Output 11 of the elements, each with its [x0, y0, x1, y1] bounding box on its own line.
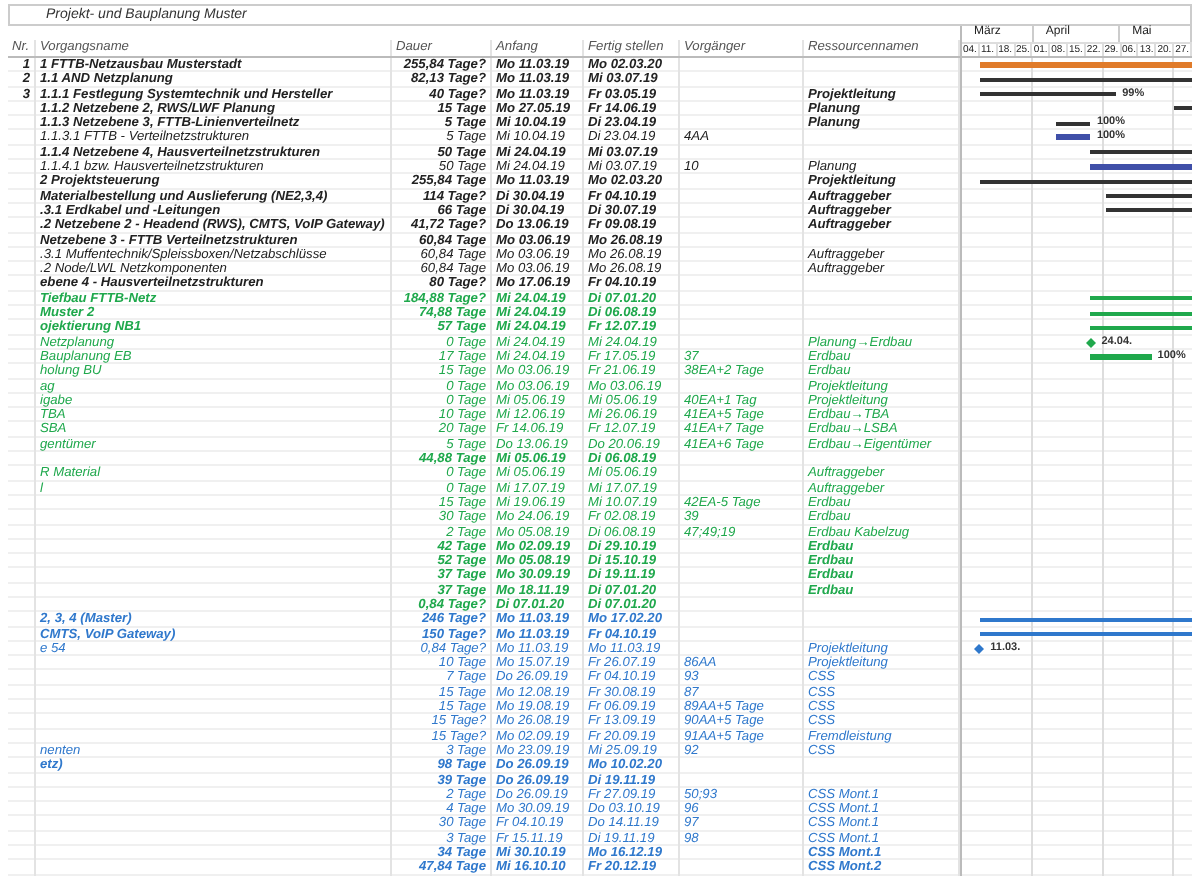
summary-bar[interactable] — [1055, 121, 1091, 126]
summary-bar[interactable] — [1106, 208, 1192, 213]
summary-bar[interactable] — [1090, 150, 1192, 155]
task-bar[interactable] — [1055, 134, 1091, 141]
summary-bar[interactable] — [1106, 194, 1192, 199]
summary-bar[interactable] — [979, 92, 1117, 97]
task-bar[interactable] — [1090, 164, 1192, 171]
task-bar[interactable] — [1090, 353, 1152, 360]
summary-bar[interactable] — [1174, 106, 1192, 111]
summary-bar[interactable] — [979, 77, 1192, 82]
summary-bar[interactable] — [979, 179, 1192, 184]
